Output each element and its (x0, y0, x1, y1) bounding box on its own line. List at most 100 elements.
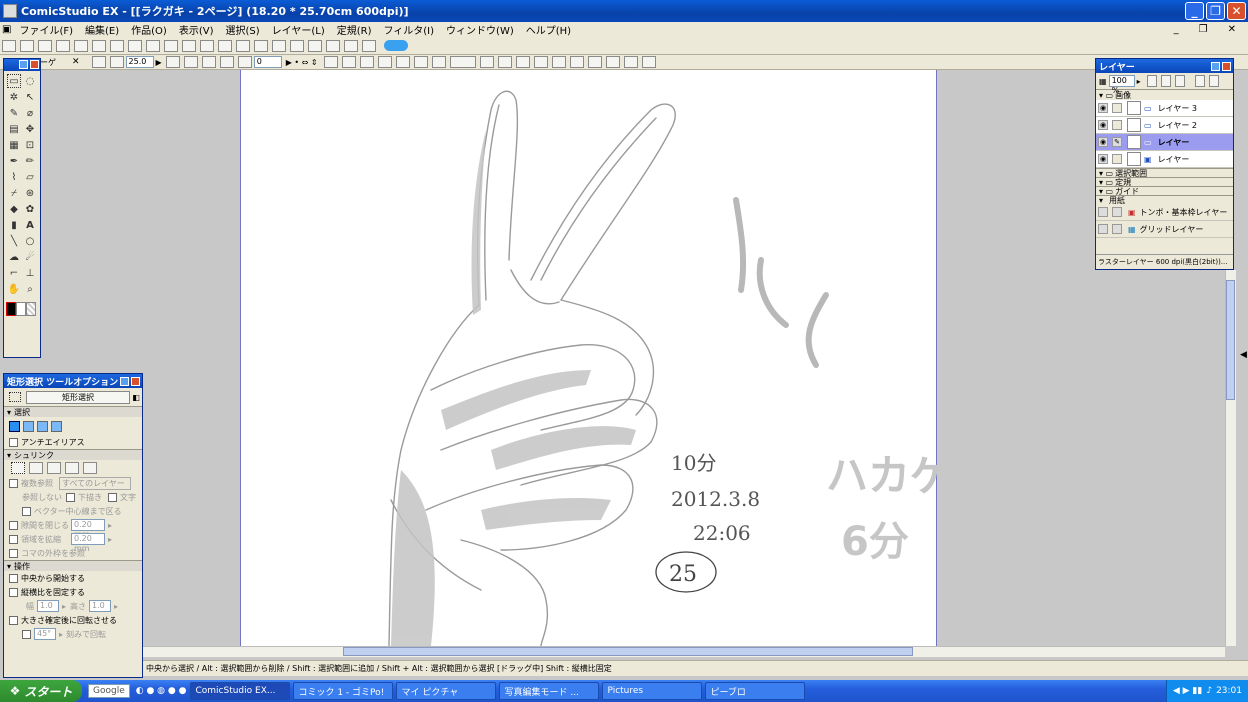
layer-row-0[interactable]: ◉ ▣ レイヤー (1096, 151, 1233, 168)
tool-b-icon[interactable] (341, 56, 356, 68)
vertical-scroll-thumb[interactable] (1226, 280, 1235, 400)
doc-minimize-icon[interactable]: _ (1168, 24, 1185, 35)
google-search-box[interactable]: Google (88, 684, 130, 698)
vertical-scrollbar[interactable] (1225, 270, 1236, 646)
airbrush-icon[interactable]: ⊛ (23, 187, 37, 201)
pattern-brush-icon[interactable]: ✿ (23, 203, 37, 217)
ref-layer-select[interactable]: すべてのレイヤー (59, 476, 131, 490)
visibility-eye-icon[interactable]: ◉ (1098, 137, 1108, 147)
horizontal-scrollbar[interactable] (143, 646, 1225, 657)
menu-view[interactable]: 表示(V) (173, 22, 220, 37)
visibility-toggle-icon[interactable] (1098, 207, 1108, 217)
ellipse-tool-icon[interactable]: ○ (23, 235, 37, 249)
ruler-icon[interactable] (290, 39, 304, 52)
spread-icon[interactable] (218, 39, 232, 52)
fix-ratio-checkbox[interactable] (9, 587, 18, 597)
width-input[interactable]: 1.0 (37, 600, 59, 612)
menu-select[interactable]: 選択(S) (219, 22, 265, 37)
brush-icon[interactable] (551, 56, 566, 68)
tool-d-icon[interactable] (377, 56, 392, 68)
cut-icon[interactable] (74, 39, 88, 52)
line-tool-icon[interactable]: ╲ (7, 235, 21, 249)
color-black-swatch[interactable] (6, 302, 16, 316)
layer-prop-icon[interactable] (254, 39, 268, 52)
layer-mode-icon[interactable]: ▦ (1099, 77, 1107, 86)
fit-icon[interactable] (91, 56, 106, 68)
zoom-tool-icon[interactable]: ⌕ (23, 283, 37, 297)
fill-icon[interactable] (515, 56, 530, 68)
menu-window[interactable]: ウィンドウ(W) (440, 22, 520, 37)
menu-work[interactable]: 作品(O) (125, 22, 173, 37)
doc-close-icon[interactable]: ✕ (1222, 24, 1242, 35)
antialias-checkbox[interactable] (9, 437, 18, 447)
visibility-eye-icon[interactable]: ◉ (1098, 120, 1108, 130)
color-transparent-swatch[interactable] (26, 302, 36, 316)
group-image[interactable]: ▾ ▭ 画像 (1096, 89, 1233, 100)
media-player-icon[interactable]: ◀ ▶ ▮▮ (1173, 686, 1202, 696)
copy-icon[interactable] (92, 39, 106, 52)
task-browser[interactable]: コミック 1 - ゴミPo! (293, 682, 394, 700)
tool-palette-close-icon[interactable] (30, 60, 39, 69)
angle-snap-checkbox[interactable] (22, 629, 31, 639)
multi-ref-checkbox[interactable] (9, 478, 18, 488)
horizontal-scroll-thumb[interactable] (343, 647, 913, 656)
angle-input[interactable]: 45° (34, 628, 56, 640)
task-blog[interactable]: ピーブロ (705, 682, 806, 700)
select-intersect-icon[interactable] (51, 420, 62, 432)
print-icon[interactable] (182, 39, 196, 52)
task-photo-edit[interactable]: 写真編集モード ... (499, 682, 600, 700)
layers-close-icon[interactable] (1222, 61, 1231, 71)
expand-input[interactable]: 0.20 mm (71, 533, 105, 553)
eraser-icon[interactable]: ▱ (23, 171, 37, 185)
ruler-tool-icon[interactable] (497, 56, 512, 68)
task-comicstudio[interactable]: ComicStudio EX... (190, 682, 291, 700)
delete-icon[interactable] (128, 39, 142, 52)
section-paper[interactable]: ▾ 用紙 (1096, 195, 1233, 205)
pen-edit-icon[interactable]: ✎ (1112, 137, 1122, 147)
task-pictures[interactable]: Pictures (602, 682, 703, 700)
visibility-eye-icon[interactable]: ◉ (1098, 103, 1108, 113)
select-new-icon[interactable] (9, 420, 20, 432)
panel-collapse-arrow-icon[interactable]: ◀ (1240, 350, 1247, 360)
magic-wand-icon[interactable]: ✲ (7, 91, 21, 105)
menu-file[interactable]: ファイル(F) (13, 22, 79, 37)
menu-filter[interactable]: フィルタ(I) (377, 22, 440, 37)
select-pen-icon[interactable]: ✎ (7, 107, 21, 121)
new-folder-icon[interactable] (1160, 75, 1171, 87)
layer-move-icon[interactable]: ▤ (7, 123, 21, 137)
zoom-menu-icon[interactable] (109, 56, 124, 68)
tool-a-icon[interactable] (323, 56, 338, 68)
color-white-swatch[interactable] (16, 302, 26, 316)
paper-layer-tombo[interactable]: ▣ トンボ・基本枠レイヤー (1096, 204, 1233, 221)
tool-palette-min-icon[interactable] (19, 60, 28, 69)
grid-icon[interactable] (272, 39, 286, 52)
pen-tool-icon[interactable]: ✒ (7, 155, 21, 169)
panel-icon[interactable] (344, 39, 358, 52)
maximize-button[interactable]: ❐ (1206, 2, 1225, 20)
section-op[interactable]: ▾ 操作 (4, 560, 142, 571)
menu-help[interactable]: ヘルプ(H) (520, 22, 577, 37)
tool-menu-icon[interactable]: ◧ (130, 393, 142, 402)
rotate-right-icon[interactable] (237, 56, 252, 68)
menu-layer[interactable]: レイヤー(L) (266, 22, 331, 37)
balloon-icon[interactable]: ☁ (7, 251, 21, 265)
visibility-eye-icon[interactable]: ◉ (1098, 154, 1108, 164)
object-select-icon[interactable]: ↖ (23, 91, 37, 105)
quicklaunch-icons[interactable]: ◐ ● ◍ ● ● (136, 686, 187, 696)
layers-min-icon[interactable] (1211, 61, 1220, 71)
paper-layer-grid[interactable]: ▦ グリッドレイヤー (1096, 221, 1233, 238)
hand-icon[interactable]: ✋ (7, 283, 21, 297)
rect-select-icon[interactable]: ▭ (7, 74, 21, 88)
doc-restore-icon[interactable]: ❐ (1193, 24, 1214, 35)
undo-icon[interactable] (146, 39, 160, 52)
select-add-icon[interactable] (23, 420, 34, 432)
visibility-toggle-icon[interactable] (1098, 224, 1108, 234)
edit-toggle-icon[interactable] (1112, 207, 1122, 217)
pencil-icon[interactable]: ✏ (23, 155, 37, 169)
save-icon[interactable] (38, 39, 52, 52)
page-icon[interactable] (200, 39, 214, 52)
expand-arrow-icon[interactable]: ▸ (108, 535, 112, 544)
window-icon[interactable] (326, 39, 340, 52)
effect-icon[interactable]: ☄ (23, 251, 37, 265)
tool-f-icon[interactable] (413, 56, 428, 68)
